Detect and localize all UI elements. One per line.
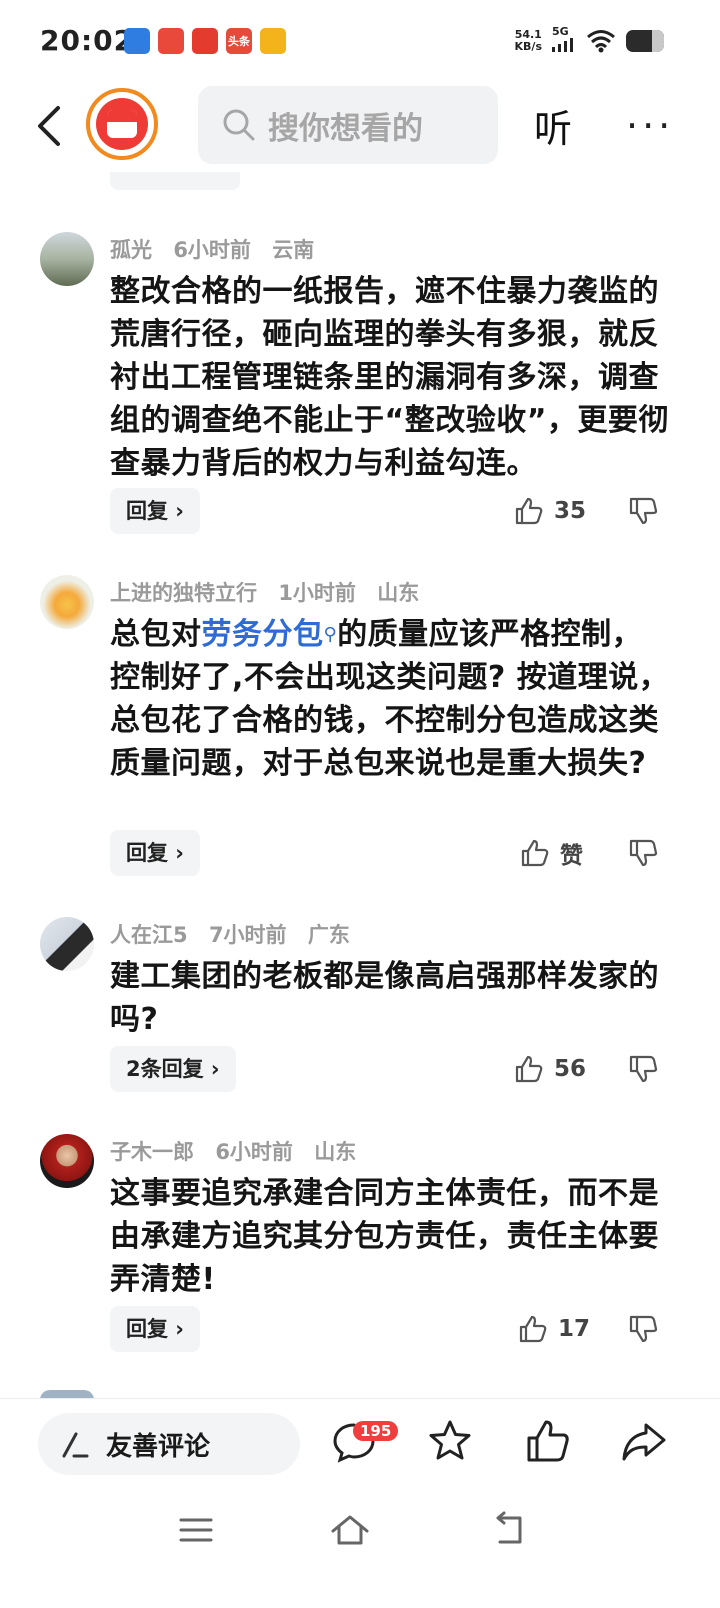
like-button[interactable]: 赞 [520,830,583,876]
comment-user[interactable]: 子木一郎 [110,1140,194,1164]
reply-button[interactable]: 2条回复 › [110,1046,236,1092]
like-icon[interactable] [524,1417,572,1465]
like-button[interactable]: 35 [514,488,586,534]
comment-count-badge: 195 [353,1421,399,1441]
thumbs-up-icon [521,839,549,867]
reply-button[interactable]: 回复 › [110,1306,200,1352]
thumbs-down-icon[interactable] [628,496,658,526]
comment-location: 山东 [377,581,420,605]
system-nav-bar [0,1490,720,1608]
network-indicator: 5G [552,26,576,55]
comment-meta: 人在江5 7小时前 广东 [110,919,364,949]
net-speed: 54.1 KB/s [514,27,542,53]
comment-meta: 子木一郎 6小时前 山东 [110,1136,370,1166]
link-search-icon: ⚲ [323,624,338,645]
avatar[interactable] [40,232,94,286]
like-count: 35 [554,498,587,524]
thumbs-down-icon[interactable] [628,838,658,868]
previous-comment-fragment [0,172,720,192]
like-button[interactable]: 56 [514,1046,586,1092]
back-nav-icon[interactable] [488,1510,528,1550]
thumbs-up-icon [515,497,543,525]
thumbs-up-icon [519,1315,547,1343]
comment-location: 山东 [314,1140,357,1164]
app-notification-icon [158,28,184,54]
comment-text: 建工集团的老板都是像高启强那样发家的吗? [110,959,659,1037]
search-placeholder: 搜你想看的 [268,110,423,147]
comment-time: 6小时前 [215,1140,293,1164]
back-icon[interactable] [30,102,70,150]
listen-button[interactable]: 听 [534,98,572,153]
comment-time: 1小时前 [278,581,356,605]
comment-user[interactable]: 孤光 [110,238,152,262]
status-app-icons: 头条 [124,28,286,54]
comment-input-label: 友善评论 [106,1431,211,1462]
comment-time: 7小时前 [208,923,287,947]
keyword-link[interactable]: 劳务分包 [202,617,324,652]
status-bar: 20:02 头条 54.1 KB/s 5G [0,0,720,80]
avatar[interactable] [40,575,94,629]
comment-text: 整改合格的一纸报告，遮不住暴力袭监的荒唐行径，砸向监理的拳头有多狠，就反衬出工程… [110,274,669,481]
menu-icon[interactable] [176,1510,216,1550]
top-header: 搜你想看的 听 ··· [0,82,720,172]
avatar[interactable] [40,1134,94,1188]
pen-icon [62,1432,89,1458]
avatar[interactable] [40,917,94,971]
more-button[interactable]: ··· [626,104,674,148]
wifi-icon [587,29,615,52]
like-button[interactable]: 17 [518,1306,590,1352]
app-notification-icon [192,28,218,54]
signal-icon [552,38,573,52]
star-icon[interactable] [426,1417,474,1465]
comment-meta: 孤光 6小时前 云南 [110,234,328,264]
search-icon [223,109,255,141]
comment-location: 云南 [272,238,315,262]
like-count: 17 [558,1316,591,1342]
comment-text: 这事要追究承建合同方主体责任，而不是由承建方追究其分包方责任，责任主体要弄清楚! [110,1176,659,1297]
home-icon[interactable] [330,1510,370,1550]
app-notification-icon [124,28,150,54]
thumbs-down-icon[interactable] [628,1054,658,1084]
comment-location: 广东 [307,923,350,947]
thumbs-down-icon[interactable] [628,1314,658,1344]
reply-button[interactable]: 回复 › [110,488,200,534]
like-count: 赞 [560,843,583,869]
status-right: 54.1 KB/s 5G [515,26,664,55]
battery-icon [626,29,664,52]
comment-time: 6小时前 [173,238,251,262]
app-notification-icon [260,28,286,54]
toutiao-app-icon: 头条 [226,28,252,54]
account-logo[interactable] [86,88,158,160]
comment-user[interactable]: 上进的独特立行 [110,581,257,605]
bottom-action-bar: 友善评论 195 [0,1398,720,1491]
comment-text: 总包对劳务分包⚲的质量应该严格控制，控制好了,不会出现这类问题? 按道理说，总包… [110,617,670,781]
logo-icon [96,98,148,150]
status-time: 20:02 [40,24,135,57]
comment-user[interactable]: 人在江5 [110,923,188,947]
reply-button[interactable]: 回复 › [110,830,200,876]
comment-input[interactable]: 友善评论 [38,1413,300,1475]
search-bar[interactable]: 搜你想看的 [198,86,498,164]
comment-meta: 上进的独特立行 1小时前 山东 [110,577,433,607]
like-count: 56 [554,1056,587,1082]
share-icon[interactable] [620,1417,668,1465]
thumbs-up-icon [515,1055,543,1083]
